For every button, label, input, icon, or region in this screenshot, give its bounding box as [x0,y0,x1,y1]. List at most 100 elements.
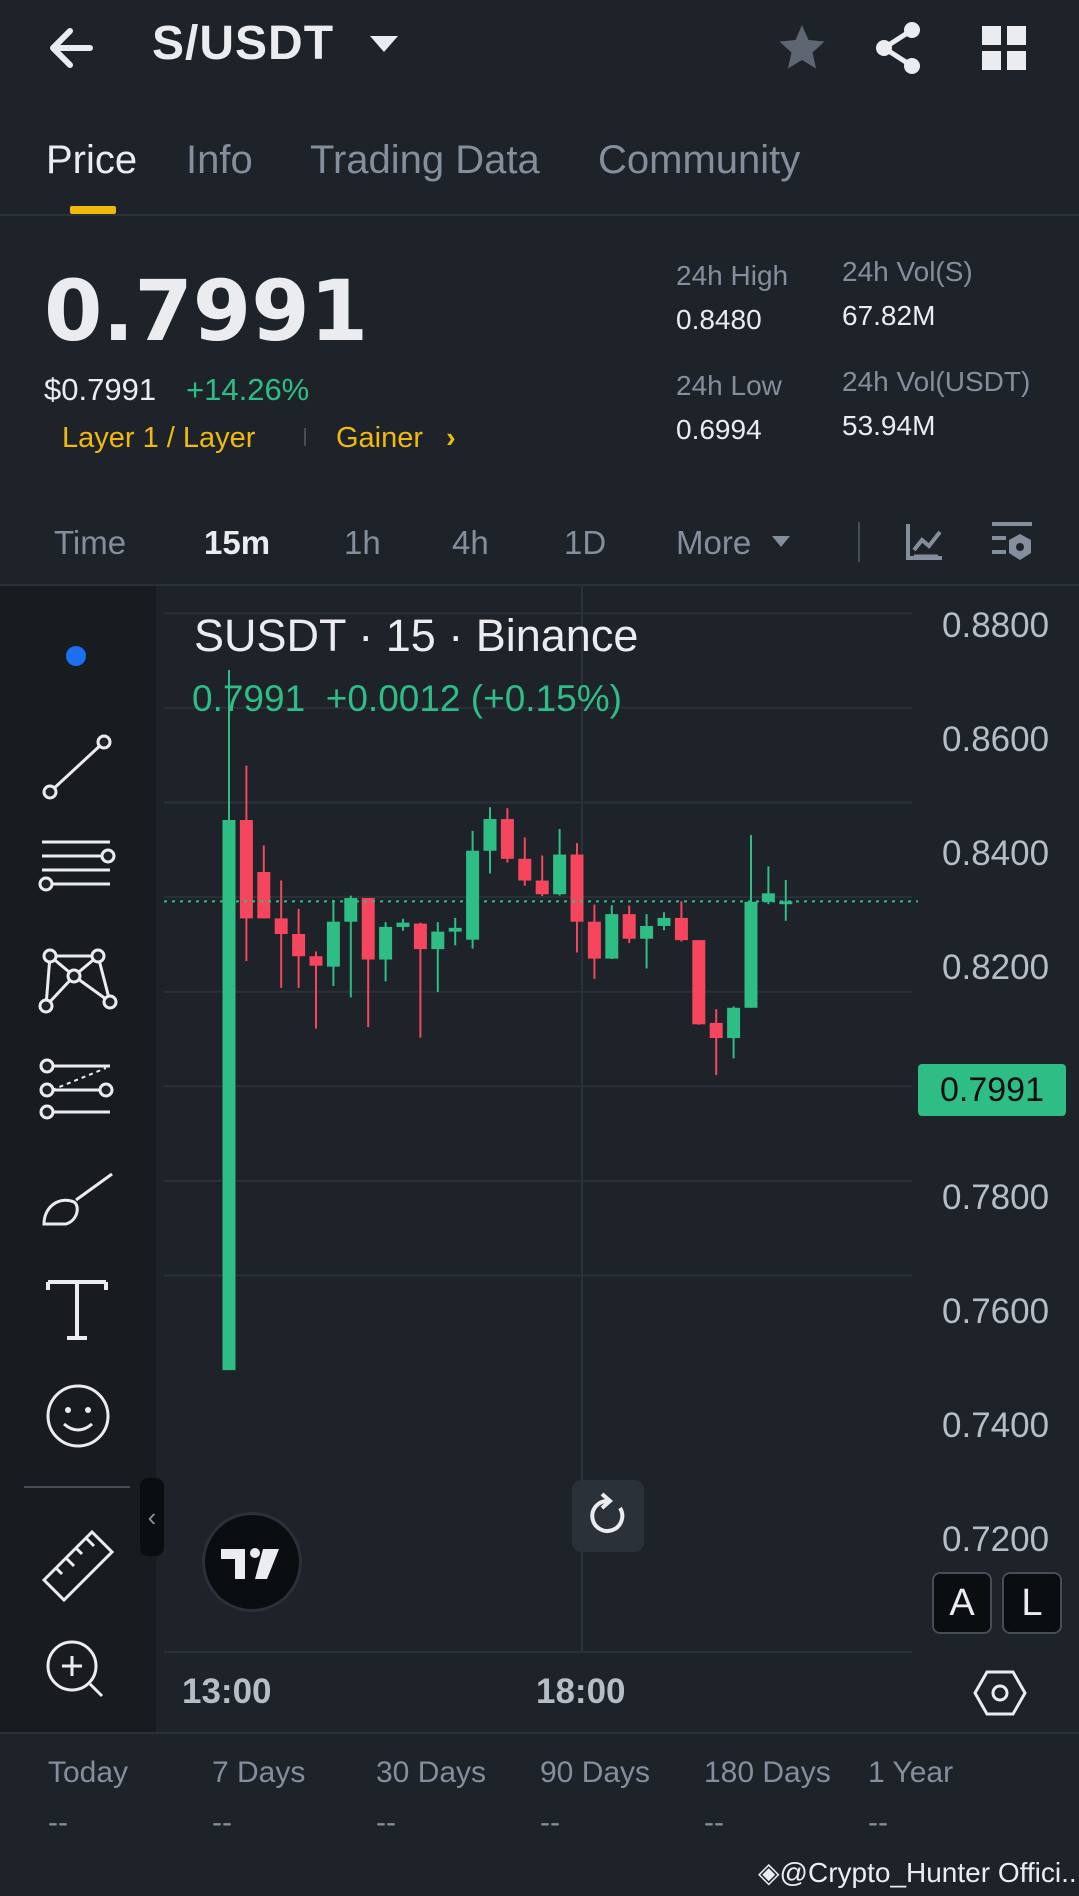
text-icon[interactable] [36,1272,120,1356]
y-tick: 0.8400 [942,834,1050,873]
share-icon[interactable] [872,20,928,76]
perf-label: 1 Year [868,1756,954,1789]
perf-label: Today [48,1756,129,1789]
reset-chart-icon[interactable] [572,1480,644,1552]
vol-s-value: 67.82M [842,300,936,331]
tradingview-logo-icon[interactable] [202,1512,302,1612]
candle-body [448,927,462,932]
fib-lines-icon[interactable] [36,1056,120,1140]
perf-label: 180 Days [704,1756,831,1789]
perf-value: -- [48,1806,68,1839]
candle-body [587,921,601,959]
perf-value: -- [868,1806,888,1839]
interval-1d[interactable]: 1D [564,524,606,562]
vol-usdt-value: 53.94M [842,410,936,441]
interval-more[interactable]: More [676,524,751,562]
back-arrow-icon[interactable] [44,18,104,78]
low-label: 24h Low [676,370,782,401]
candle-body [309,956,323,966]
candle-body [466,850,480,940]
emoji-icon[interactable] [36,1376,120,1460]
tabs-divider [0,214,1079,216]
perf-value: -- [212,1806,232,1839]
candle-body [483,819,497,851]
x-tick: 13:00 [182,1672,272,1711]
chart-settings-icon[interactable] [990,520,1036,566]
performance-divider [0,1732,1079,1734]
watermark-text: @Crypto_Hunter Offici... [779,1857,1079,1888]
high-label: 24h High [676,260,789,291]
candle-body [570,854,584,922]
candle-body [292,933,306,957]
interval-4h[interactable]: 4h [452,524,489,562]
trend-line-icon[interactable] [36,726,120,810]
candle-body [553,854,567,895]
crosshair-dot-icon[interactable] [66,646,86,666]
candle-body [709,1022,723,1039]
candle-body [222,820,236,1371]
candle-body [744,901,758,1008]
tag-gainer[interactable]: Gainer [336,422,423,455]
current-price-label: 0.7991 [918,1064,1066,1116]
ruler-icon[interactable] [36,1520,120,1604]
y-tick: 0.7800 [942,1178,1050,1217]
candle-body [657,917,671,926]
candle-body [535,880,549,895]
tag-separator [304,428,306,446]
pair-dropdown-caret-icon[interactable] [370,36,398,52]
y-tick: 0.8600 [942,720,1050,759]
y-tick: 0.7600 [942,1292,1050,1331]
tab-community[interactable]: Community [598,138,800,183]
tab-trading-data[interactable]: Trading Data [310,138,540,183]
candlestick-chart[interactable] [0,584,1079,1732]
perf-label: 7 Days [212,1756,306,1789]
zoom-in-icon[interactable] [36,1628,120,1712]
binance-logo-icon: ◈ [758,1857,780,1888]
y-tick: 0.7400 [942,1406,1050,1445]
tab-price[interactable]: Price [46,138,137,183]
candle-body [257,872,271,919]
candle-body [674,917,688,941]
grid-icon[interactable] [976,20,1032,76]
star-icon[interactable] [774,20,830,76]
candle-body [727,1007,741,1039]
vol-usdt-label: 24h Vol(USDT) [842,366,1031,397]
chevron-right-icon[interactable]: › [446,422,456,455]
legend-change: +0.0012 (+0.15%) [325,678,622,719]
log-scale-button[interactable]: L [1002,1572,1062,1634]
candle-body [413,923,427,950]
y-tick: 0.8800 [942,606,1050,645]
settings-hexagon-icon[interactable] [972,1668,1028,1718]
candle-body [396,922,410,927]
interval-1h[interactable]: 1h [344,524,381,562]
y-tick: 0.7200 [942,1520,1050,1559]
watermark: ◈@Crypto_Hunter Offici... [758,1856,1079,1889]
toolbar-divider [24,1486,130,1488]
auto-scale-button[interactable]: A [932,1572,992,1634]
tab-info[interactable]: Info [186,138,253,183]
horizontal-lines-icon[interactable] [36,832,120,916]
pattern-icon[interactable] [36,946,120,1030]
x-tick: 18:00 [536,1672,626,1711]
candle-body [379,926,393,960]
candle-body [239,820,253,919]
perf-label: 90 Days [540,1756,651,1789]
tag-category[interactable]: Layer 1 / Layer [62,422,255,455]
chart-indicator-icon[interactable] [904,520,946,562]
interval-time[interactable]: Time [54,524,126,562]
low-value: 0.6994 [676,414,762,445]
chart-legend-title: SUSDT · 15 · Binance [194,610,639,661]
pair-title[interactable]: S/USDT [152,16,334,71]
candle-body [622,914,636,939]
brush-icon[interactable] [36,1166,120,1250]
interval-separator [858,522,860,562]
interval-15m[interactable]: 15m [204,524,270,562]
chart-legend-values: 0.7991 +0.0012 (+0.15%) [192,678,622,720]
more-caret-icon[interactable] [772,536,790,547]
last-price: 0.7991 [44,262,369,360]
perf-value: -- [704,1806,724,1839]
candle-body [274,918,288,934]
change-percent: +14.26% [186,372,310,407]
collapse-toolbar-button[interactable]: ‹ [140,1478,164,1556]
candle-body [640,925,654,939]
